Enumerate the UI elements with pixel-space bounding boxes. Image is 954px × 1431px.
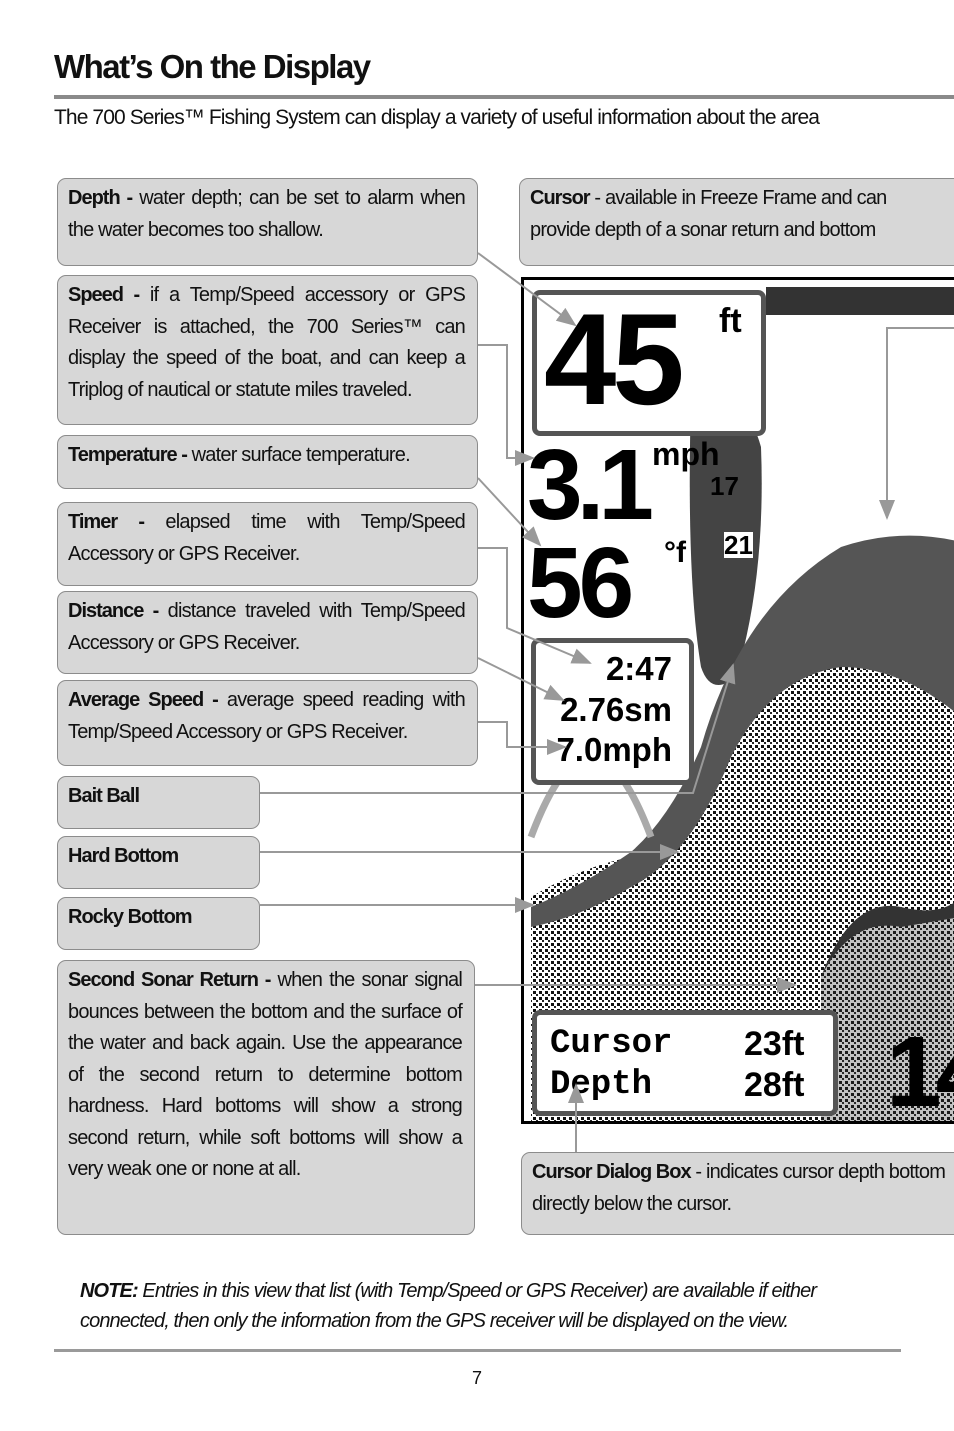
note-line: Entries in this view that list (with Tem… [137,1280,817,1302]
callout-label: Speed - [68,284,140,306]
temperature-readout: 56 [527,527,634,639]
distance-readout: 2.76sm [560,691,672,728]
callout-depth: Depth - water depth; can be set to alarm… [57,178,478,266]
fish-depth-label: 21 [724,530,753,560]
note-line: connected, then only the information fro… [80,1310,789,1332]
callout-bait-ball: Bait Ball [57,776,260,829]
callout-speed: Speed - if a Temp/Speed accessory or GPS… [57,275,478,425]
callout-text: when the sonar signal bounces between th… [68,969,463,1180]
callout-cursor: Cursor - available in Freeze Frame and c… [519,178,954,266]
title-rule [54,95,954,99]
page-title: What’s On the Display [54,48,371,85]
depth-unit: ft [719,302,742,340]
average-speed-readout: 7.0mph [556,731,672,768]
page-number: 7 [471,1368,482,1388]
cursor-value: 23ft [744,1025,805,1063]
callout-label: Cursor Dialog Box [532,1161,692,1183]
note-label: NOTE: [80,1280,139,1302]
callout-label: Timer - [68,511,145,533]
intro-text: The 700 Series™ Fishing System can displ… [54,106,820,129]
temperature-unit: °f [664,536,686,569]
callout-label: Cursor [530,187,591,209]
depth-readout: 45 [544,286,685,432]
callout-text: water surface temperature. [186,444,411,466]
callout-label: Depth - [68,187,133,209]
speed-readout: 3.1 [527,429,654,541]
callout-label: Temperature - [68,444,188,466]
cursor-depth-label: Depth [550,1066,653,1104]
callout-label: Rocky Bottom [68,906,193,928]
callout-hard-bottom: Hard Bottom [57,836,260,889]
callout-cursor-dialog-box: Cursor Dialog Box - indicates cursor dep… [521,1152,954,1235]
callout-temperature: Temperature - water surface temperature. [57,435,478,489]
callout-label: Hard Bottom [68,845,179,867]
callout-timer: Timer - elapsed time with Temp/Speed Acc… [57,502,478,586]
callout-label: Average Speed - [68,689,219,711]
footer-rule [54,1349,901,1352]
callout-label: Distance - [68,600,159,622]
cursor-label: Cursor [550,1025,673,1063]
callout-label: Second Sonar Return - [68,969,271,991]
callout-rocky-bottom: Rocky Bottom [57,897,260,950]
callout-second-sonar-return: Second Sonar Return - when the sonar sig… [57,960,475,1235]
timer-readout: 2:47 [605,650,672,687]
surface-clutter [766,287,954,315]
sonar-display: 45 ft 3.1 mph 56 °f 17 21 2:47 2.76sm 7.… [521,277,954,1124]
right-depth-readout: 14 [886,1016,954,1124]
fish-depth-label: 17 [710,471,739,501]
callout-label: Bait Ball [68,785,140,807]
speed-unit: mph [652,436,720,472]
manual-page: What’s On the Display The 700 Series™ Fi… [0,0,954,1431]
callout-average-speed: Average Speed - average speed reading wi… [57,680,478,766]
callout-distance: Distance - distance traveled with Temp/S… [57,591,478,674]
cursor-depth-value: 28ft [744,1066,805,1104]
note-text: NOTE: Entries in this view that list (wi… [80,1276,817,1336]
